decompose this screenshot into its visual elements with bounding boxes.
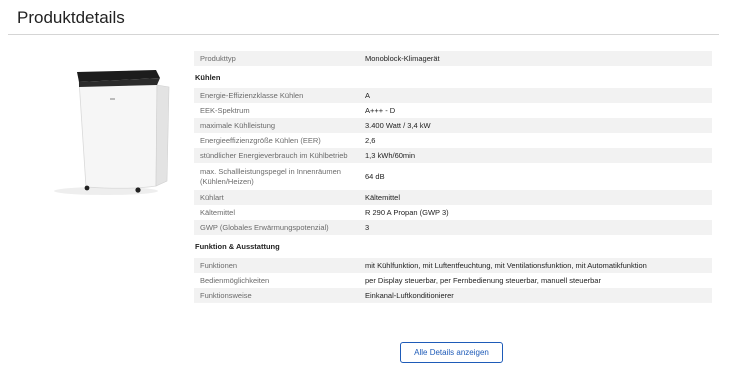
spec-key: Energie-Effizienzklasse Kühlen [200, 90, 304, 100]
spec-row: Bedienmöglichkeiten per Display steuerba… [194, 273, 712, 288]
spec-value: A+++ - D [365, 105, 396, 115]
spec-value: 3 [365, 222, 370, 232]
spec-key: Funktionsweise [200, 290, 252, 300]
spec-row: Funktionen mit Kühlfunktion, mit Luftent… [194, 258, 712, 273]
spec-key: Energieeffizienzgröße Kühlen (EER) [200, 135, 321, 145]
spec-key: Kältemittel [200, 207, 236, 217]
spec-key: maximale Kühlleistung [200, 120, 276, 130]
spec-key: stündlicher Energieverbrauch im Kühlbetr… [200, 150, 348, 160]
section-heading-kuehlen: Kühlen [195, 72, 221, 82]
spec-value: Monoblock-Klimagerät [365, 53, 440, 63]
spec-value: mit Kühlfunktion, mit Luftentfeuchtung, … [365, 260, 647, 270]
spec-value: 2,6 [365, 135, 376, 145]
spec-row: Funktionsweise Einkanal-Luftkonditionier… [194, 288, 712, 303]
spec-row: Kältemittel R 290 A Propan (GWP 3) [194, 205, 712, 220]
spec-value: R 290 A Propan (GWP 3) [365, 207, 449, 217]
spec-key: Bedienmöglichkeiten [200, 275, 270, 285]
show-all-details-button[interactable]: Alle Details anzeigen [400, 342, 503, 363]
spec-key: Funktionen [200, 260, 238, 270]
spec-value: Kältemittel [365, 192, 401, 202]
spec-row: EEK-Spektrum A+++ - D [194, 103, 712, 118]
spec-row: stündlicher Energieverbrauch im Kühlbetr… [194, 148, 712, 163]
spec-value: 3.400 Watt / 3,4 kW [365, 120, 431, 130]
spec-row: Energieeffizienzgröße Kühlen (EER) 2,6 [194, 133, 712, 148]
spec-key: GWP (Globales Erwärmungspotenzial) [200, 222, 329, 232]
page-title: Produktdetails [17, 8, 125, 27]
spec-row: max. Schallleistungspegel in Innenräumen… [194, 163, 712, 190]
spec-key: Produkttyp [200, 53, 236, 63]
section-heading-funktion: Funktion & Ausstattung [195, 242, 280, 251]
title-divider [8, 34, 719, 35]
spec-value: per Display steuerbar, per Fernbedienung… [365, 275, 601, 285]
air-conditioner-image [54, 70, 170, 195]
spec-key: EEK-Spektrum [200, 105, 250, 115]
spec-table: Produkttyp Monoblock-Klimagerät Kühlen E… [194, 51, 712, 327]
spec-key: Kühlart [200, 192, 224, 202]
spec-row: Kühlart Kältemittel [194, 190, 712, 205]
spec-value: 64 dB [365, 171, 385, 181]
spec-key: max. Schallleistungspegel in Innenräumen… [200, 166, 341, 186]
spec-row: Energie-Effizienzklasse Kühlen A [194, 88, 712, 103]
spec-value: Einkanal-Luftkonditionierer [365, 290, 454, 300]
spec-row: maximale Kühlleistung 3.400 Watt / 3,4 k… [194, 118, 712, 133]
spec-value: A [365, 90, 371, 100]
spec-value: 1,3 kWh/60min [365, 150, 416, 160]
spec-row: GWP (Globales Erwärmungspotenzial) 3 [194, 220, 712, 235]
spec-row-produkttyp: Produkttyp Monoblock-Klimagerät [194, 51, 712, 66]
product-image[interactable] [20, 60, 190, 200]
